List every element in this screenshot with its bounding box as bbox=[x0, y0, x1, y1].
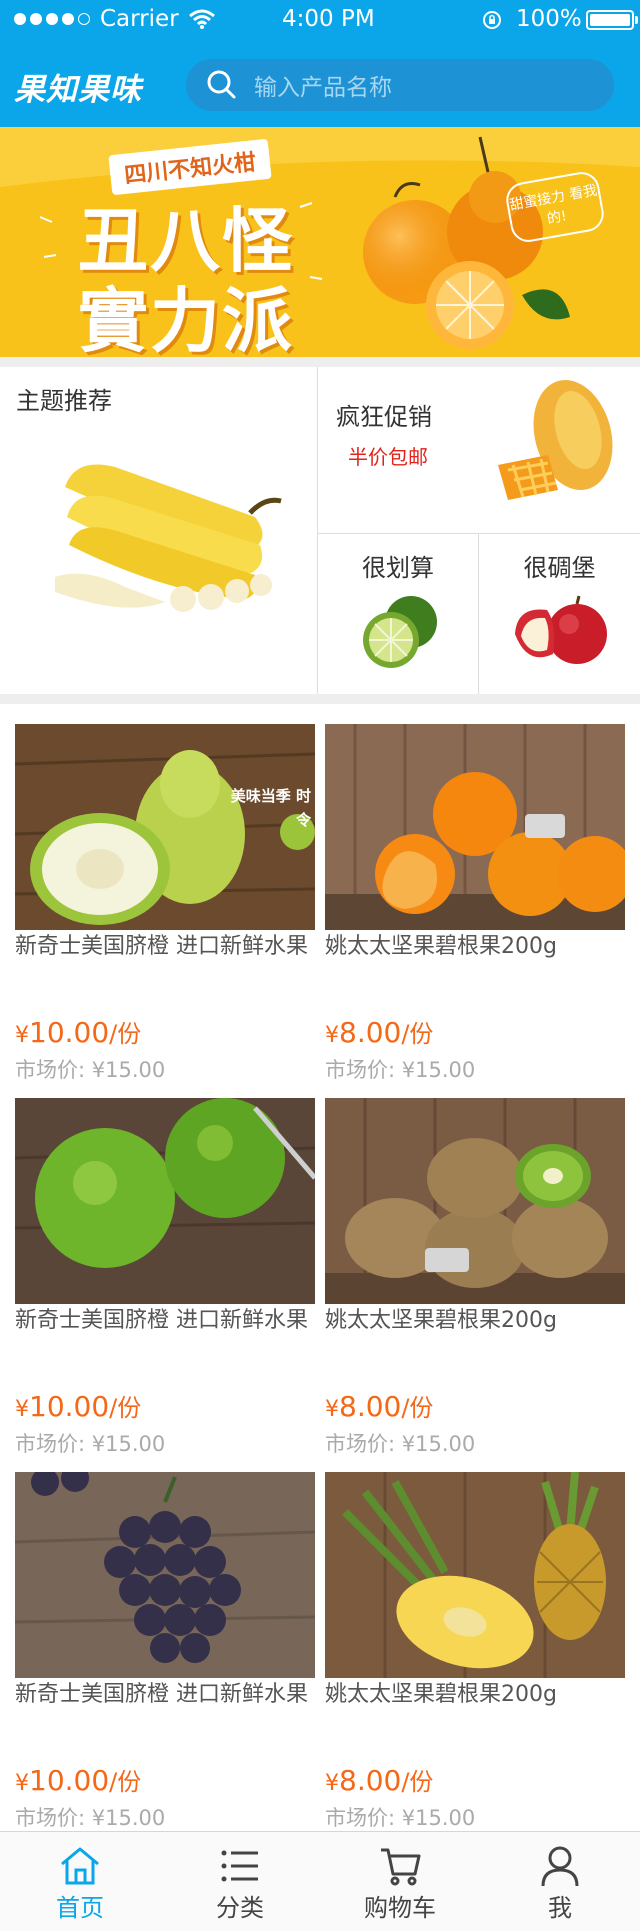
product-image[interactable] bbox=[15, 1472, 315, 1678]
banana-image bbox=[55, 464, 282, 612]
crazy-sale-subtitle: 半价包邮 bbox=[348, 445, 428, 469]
promo-banner[interactable]: 四川不知火柑 丑八怪 實力派 甜蜜接力 看我的! bbox=[0, 127, 640, 357]
search-icon[interactable] bbox=[202, 65, 242, 105]
market-price: 市场价: ¥15.00 bbox=[325, 1806, 476, 1830]
tab-cart[interactable]: 购物车 bbox=[320, 1832, 480, 1931]
battery-icon bbox=[586, 10, 638, 30]
search-bar[interactable]: 输入产品名称 bbox=[186, 59, 614, 111]
home-icon[interactable] bbox=[58, 1844, 102, 1888]
good-deal-title: 很划算 bbox=[362, 554, 434, 582]
theme-recommend-title: 主题推荐 bbox=[16, 387, 112, 415]
awesome-title: 很碉堡 bbox=[523, 554, 596, 582]
product-price: ¥8.00/份 bbox=[325, 1390, 434, 1423]
section-divider bbox=[0, 357, 640, 367]
product-price: ¥10.00/份 bbox=[15, 1764, 142, 1797]
product-card[interactable]: 新奇士美国脐橙 进口新鲜水果 ¥10.00/份 市场价: ¥15.00 bbox=[15, 1452, 315, 1830]
product-price: ¥8.00/份 bbox=[325, 1764, 434, 1797]
product-image[interactable] bbox=[325, 724, 625, 930]
product-name[interactable]: 姚太太坚果碧根果200g bbox=[325, 1306, 631, 1336]
app-header: Carrier 4:00 PM 100% 果知果味 输入产品名称 bbox=[0, 0, 640, 127]
promo-grid: 主题推荐 疯狂促销 半价包邮 很划算 很碉堡 bbox=[0, 367, 640, 694]
theme-recommend-card[interactable]: 主题推荐 bbox=[0, 367, 318, 694]
tab-category[interactable]: 分类 bbox=[160, 1832, 320, 1931]
product-image[interactable] bbox=[15, 1098, 315, 1304]
cart-icon[interactable] bbox=[378, 1844, 422, 1888]
search-input[interactable]: 输入产品名称 bbox=[254, 68, 392, 102]
product-name[interactable]: 新奇士美国脐橙 进口新鲜水果 bbox=[15, 1680, 321, 1710]
crazy-sale-card[interactable]: 疯狂促销 半价包邮 bbox=[318, 367, 640, 534]
product-card[interactable]: 姚太太坚果碧根果200g ¥8.00/份 市场价: ¥15.00 bbox=[325, 1078, 625, 1456]
lime-image bbox=[363, 596, 437, 668]
crazy-sale-title: 疯狂促销 bbox=[336, 403, 432, 431]
list-icon[interactable] bbox=[218, 1844, 262, 1888]
product-name[interactable]: 姚太太坚果碧根果200g bbox=[325, 932, 631, 962]
tab-label: 我 bbox=[548, 1894, 572, 1922]
product-name[interactable]: 新奇士美国脐橙 进口新鲜水果 bbox=[15, 1306, 321, 1336]
status-bar: Carrier 4:00 PM 100% bbox=[0, 0, 640, 40]
product-overlay-text: 美味当季 时令 bbox=[230, 787, 311, 829]
product-card[interactable]: 姚太太坚果碧根果200g ¥8.00/份 市场价: ¥15.00 bbox=[325, 1452, 625, 1830]
product-price: ¥8.00/份 bbox=[325, 1016, 434, 1049]
good-deal-card[interactable]: 很划算 bbox=[318, 534, 479, 694]
tab-label: 分类 bbox=[216, 1894, 264, 1922]
battery-percent: 100% bbox=[516, 6, 582, 32]
tab-home[interactable]: 首页 bbox=[0, 1832, 160, 1931]
wifi-icon bbox=[189, 9, 215, 29]
app-logo: 果知果味 bbox=[14, 72, 142, 108]
banner-headline-2: 實力派 bbox=[78, 280, 294, 357]
tab-label: 首页 bbox=[56, 1894, 104, 1922]
product-price: ¥10.00/份 bbox=[15, 1016, 142, 1049]
orientation-lock-icon bbox=[483, 11, 501, 29]
product-name[interactable]: 新奇士美国脐橙 进口新鲜水果 bbox=[15, 932, 321, 962]
apple-image bbox=[515, 595, 607, 664]
user-icon[interactable] bbox=[538, 1844, 582, 1888]
product-image[interactable] bbox=[325, 1472, 625, 1678]
signal-icon bbox=[14, 13, 90, 25]
section-divider bbox=[0, 694, 640, 704]
bottom-tab-bar: 首页 分类 购物车 我 bbox=[0, 1831, 640, 1931]
carrier-label: Carrier bbox=[100, 6, 179, 32]
mango-image bbox=[498, 380, 613, 500]
tab-me[interactable]: 我 bbox=[480, 1832, 640, 1931]
product-card[interactable]: 姚太太坚果碧根果200g ¥8.00/份 市场价: ¥15.00 bbox=[325, 704, 625, 1082]
clock: 4:00 PM bbox=[282, 6, 375, 32]
product-name[interactable]: 姚太太坚果碧根果200g bbox=[325, 1680, 631, 1710]
product-price: ¥10.00/份 bbox=[15, 1390, 142, 1423]
tab-label: 购物车 bbox=[364, 1894, 436, 1922]
product-image[interactable] bbox=[325, 1098, 625, 1304]
awesome-card[interactable]: 很碉堡 bbox=[479, 534, 640, 694]
product-card[interactable]: 新奇士美国脐橙 进口新鲜水果 ¥10.00/份 市场价: ¥15.00 bbox=[15, 1078, 315, 1456]
product-card[interactable]: 美味当季 时令 新奇士美国脐橙 进口新鲜水果 ¥10.00/份 市场价: ¥15… bbox=[15, 704, 315, 1082]
market-price: 市场价: ¥15.00 bbox=[15, 1806, 166, 1830]
